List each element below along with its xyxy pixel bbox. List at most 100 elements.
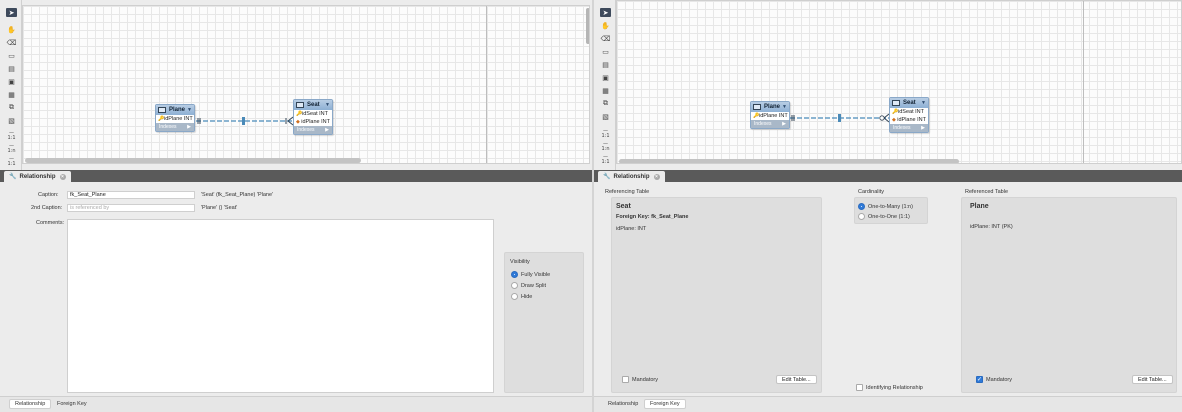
relationship-1-n-tool[interactable]: —1:n [600,141,611,151]
radio-draw-split[interactable]: Draw Split [511,282,546,289]
table-header[interactable]: Plane ▼ [156,105,194,115]
referenced-table-group: Plane idPlane: INT (PK) ✓ Mandatory Edit … [961,197,1177,393]
tab-foreign-key[interactable]: Foreign Key [644,399,686,409]
chevron-right-icon[interactable]: ▶ [187,124,191,130]
table-column-row[interactable]: ◆ idPlane INT [890,116,928,124]
indexes-footer[interactable]: Indexes ▶ [751,120,789,128]
radio-one-to-many[interactable]: One-to-Many (1:n) [858,203,913,210]
chevron-down-icon[interactable]: ▼ [921,100,926,106]
table-column-row[interactable]: 🔑 idPlane INT [156,115,194,123]
indexes-footer[interactable]: Indexes ▶ [294,126,332,134]
indexes-label: Indexes [297,127,315,133]
tab-foreign-key[interactable]: Foreign Key [52,399,92,409]
table-column-row[interactable]: ◆ idPlane INT [294,118,332,126]
second-caption-preview: 'Plane' () 'Seat' [201,205,238,211]
cardinality-title: Cardinality [858,189,884,195]
hand-tool-icon[interactable]: ✋ [6,25,17,34]
caption-preview: 'Seat' (fk_Seat_Plane) 'Plane' [201,192,274,198]
table-column-row[interactable]: 🔑 idSeat INT [890,108,928,116]
wrench-icon: 🔧 [9,174,17,180]
hand-tool-icon[interactable]: ✋ [600,21,611,30]
table-header[interactable]: Seat ▼ [294,100,332,110]
layer-tool-icon[interactable]: ▭ [6,51,17,60]
panel-tab-relationship[interactable]: 🔧 Relationship × [4,171,71,182]
tab-relationship[interactable]: Relationship [603,399,643,409]
chevron-down-icon[interactable]: ▼ [325,102,330,108]
pointer-tool-icon[interactable]: ➤ [6,8,17,17]
diagram-canvas[interactable]: Plane ▼ 🔑 idPlane INT Indexes ▶ Seat ▼ 🔑 idSe… [616,0,1182,164]
comments-textarea[interactable] [67,219,494,393]
table-icon [296,102,304,108]
radio-icon [511,293,518,300]
table-column-row[interactable]: 🔑 idPlane INT [751,112,789,120]
layer-tool-icon[interactable]: ▭ [600,47,611,56]
chevron-right-icon[interactable]: ▶ [782,121,786,127]
radio-selected-icon [858,203,865,210]
relationship-1-1-tool[interactable]: —1:1 [600,128,611,139]
chevron-down-icon[interactable]: ▼ [187,107,192,113]
second-caption-label: 2nd Caption: [31,205,63,211]
primary-key-icon: 🔑 [158,116,165,122]
notation-label: 1:1 [601,158,610,165]
relationship-1-1-nonid-tool[interactable]: —1:1 [6,156,17,166]
foreign-key-name: Foreign Key: fk_Seat_Plane [616,214,689,220]
radio-one-to-one[interactable]: One-to-One (1:1) [858,213,910,220]
note-tool-icon[interactable]: ▤ [6,64,17,73]
seat-table[interactable]: Seat ▼ 🔑 idSeat INT ◆ idPlane INT Indexes ▶ [293,99,333,135]
column-text: idSeat INT [898,109,924,115]
pointer-tool-icon[interactable]: ➤ [600,8,611,17]
chevron-right-icon[interactable]: ▶ [921,125,925,131]
radio-fully-visible[interactable]: Fully Visible [511,271,550,278]
table-tool-icon[interactable]: ▦ [600,86,611,95]
radio-hide[interactable]: Hide [511,293,532,300]
close-icon[interactable]: × [653,173,660,180]
column-text: idPlane INT [897,117,926,123]
indexes-footer[interactable]: Indexes ▶ [890,124,928,132]
table-header[interactable]: Seat ▼ [890,98,928,108]
notation-label: 1:1 [601,132,610,139]
panel-tab-relationship[interactable]: 🔧 Relationship × [598,171,665,182]
tab-relationship[interactable]: Relationship [9,399,52,409]
radio-icon [511,282,518,289]
close-icon[interactable]: × [59,173,66,180]
edit-referenced-table-button[interactable]: Edit Table... [1132,375,1173,384]
radio-label: Hide [521,293,533,300]
image-tool-icon[interactable]: ▣ [6,77,17,86]
identifying-relationship-checkbox[interactable]: Identifying Relationship [856,384,923,391]
note-tool-icon[interactable]: ▤ [600,60,611,69]
table-header[interactable]: Plane ▼ [751,102,789,112]
radio-label: Draw Split [521,282,547,289]
radio-label: Fully Visible [521,271,551,278]
relationship-1-n-tool[interactable]: —1:n [6,143,17,153]
relationship-connector[interactable] [23,6,590,164]
table-column-row[interactable]: 🔑 idSeat INT [294,110,332,118]
checkbox-icon [622,376,629,383]
eraser-tool-icon[interactable]: ⌫ [600,34,611,43]
radio-icon [858,213,865,220]
view-tool-icon[interactable]: ⧉ [600,99,611,108]
caption-input[interactable]: fk_Seat_Plane [67,191,195,199]
table-icon [158,107,166,113]
chevron-right-icon[interactable]: ▶ [325,127,329,133]
indexes-footer[interactable]: Indexes ▶ [156,123,194,131]
comments-label: Comments: [36,220,65,226]
relationship-connector[interactable] [617,1,1182,164]
edit-referencing-table-button[interactable]: Edit Table... [776,375,817,384]
relationship-1-1-nonid-tool[interactable]: —1:1 [600,154,611,165]
diagram-canvas[interactable]: Plane ▼ 🔑 idPlane INT Indexes ▶ Seat ▼ 🔑 idSe… [22,5,590,164]
plane-table[interactable]: Plane ▼ 🔑 idPlane INT Indexes ▶ [750,101,790,129]
image-tool-icon[interactable]: ▣ [600,73,611,82]
plane-table[interactable]: Plane ▼ 🔑 idPlane INT Indexes ▶ [155,104,195,132]
referenced-mandatory-checkbox[interactable]: ✓ Mandatory [976,376,1012,383]
eraser-tool-icon[interactable]: ⌫ [6,38,17,47]
table-tool-icon[interactable]: ▦ [6,90,17,99]
view-tool-icon[interactable]: ⧉ [6,103,17,112]
seat-table[interactable]: Seat ▼ 🔑 idSeat INT ◆ idPlane INT Indexes ▶ [889,97,929,133]
relationship-1-1-tool[interactable]: —1:1 [6,130,17,140]
chevron-down-icon[interactable]: ▼ [782,104,787,110]
second-caption-input[interactable]: is referenced by [67,204,195,212]
radio-label: One-to-One (1:1) [868,213,910,220]
routine-tool-icon[interactable]: ▧ [600,112,611,121]
referencing-mandatory-checkbox[interactable]: Mandatory [622,376,658,383]
routine-tool-icon[interactable]: ▧ [6,116,17,125]
